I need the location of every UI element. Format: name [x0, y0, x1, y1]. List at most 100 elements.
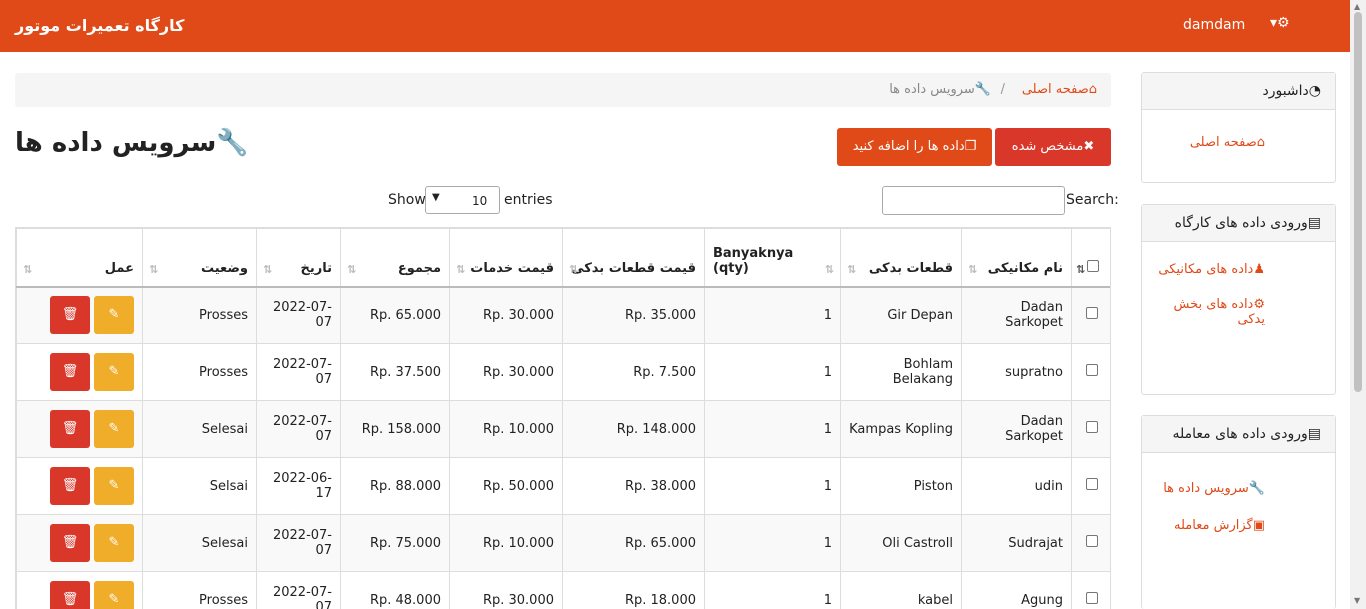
- cell-part-price: Rp. 38.000: [562, 457, 705, 515]
- chevron-down-icon: ▼: [432, 192, 440, 203]
- pdf-icon: ▣: [1252, 518, 1265, 533]
- cell-status: Prosses: [142, 571, 257, 609]
- breadcrumb-current: 🔧سرویس داده ها: [889, 82, 991, 97]
- delete-button[interactable]: 🗑: [50, 524, 90, 562]
- dashboard-icon: ◔: [1308, 83, 1321, 99]
- delete-button[interactable]: 🗑: [50, 581, 90, 609]
- cell-part-price: Rp. 7.500: [562, 343, 705, 401]
- column-header[interactable]: وضعیت ⇅: [142, 228, 257, 288]
- cell-actions: ✎🗑: [16, 514, 143, 572]
- breadcrumb-separator: /: [1000, 82, 1005, 97]
- page-scrollbar[interactable]: ▲ ▼: [1350, 0, 1366, 609]
- entries-label: entries: [504, 192, 553, 208]
- edit-button[interactable]: ✎: [94, 581, 134, 609]
- sort-icon[interactable]: ⇅: [263, 263, 272, 276]
- sort-icon[interactable]: ⇅: [847, 263, 856, 276]
- sort-icon[interactable]: ⇅: [569, 263, 578, 276]
- panel-heading: ▤ورودی داده های کارگاه: [1142, 205, 1335, 242]
- delete-button[interactable]: 🗑: [50, 353, 90, 391]
- sidebar-item-home[interactable]: ⌂صفحه اصلی: [1142, 135, 1335, 150]
- table-row: Agung kabel 1 Rp. 18.000 Rp. 30.000 Rp. …: [16, 571, 1110, 609]
- row-checkbox[interactable]: [1086, 364, 1098, 376]
- cell-service-price: Rp. 30.000: [449, 571, 563, 609]
- edit-button[interactable]: ✎: [94, 353, 134, 391]
- scroll-up-icon[interactable]: ▲: [1354, 2, 1360, 11]
- trash-icon: 🗑: [61, 307, 79, 323]
- cell-part: Gir Depan: [840, 286, 962, 344]
- pencil-icon: ✎: [108, 478, 120, 493]
- entries-select[interactable]: ▼ 10: [425, 186, 500, 214]
- sort-icon[interactable]: ⇅: [456, 263, 465, 276]
- breadcrumb: ⌂صفحه اصلی / 🔧سرویس داده ها: [15, 73, 1111, 107]
- cogs-icon: ⚙: [1253, 297, 1265, 312]
- column-header[interactable]: قیمت خدمات ⇅: [449, 228, 563, 288]
- sidebar-transactions-panel: ▤ورودی داده های معامله 🔧سرویس داده ها ▣گ…: [1141, 415, 1336, 609]
- cell-part-price: Rp. 35.000: [562, 286, 705, 344]
- search-input[interactable]: [882, 186, 1065, 215]
- row-checkbox[interactable]: [1086, 592, 1098, 604]
- sidebar-dashboard-panel: ◔داشبورد ⌂صفحه اصلی: [1141, 72, 1336, 183]
- sidebar-item-mechanics[interactable]: ♟داده های مکانیکی: [1142, 262, 1335, 277]
- cell-date: 2022-07-07: [256, 286, 341, 344]
- column-header[interactable]: قیمت قطعات بدکی ⇅: [562, 228, 705, 288]
- sidebar-item-spare-parts[interactable]: ⚙داده های بخش یدکی: [1142, 297, 1335, 327]
- sort-icon[interactable]: ⇅: [149, 263, 158, 276]
- edit-button[interactable]: ✎: [94, 410, 134, 448]
- column-header[interactable]: تاریخ ⇅: [256, 228, 341, 288]
- panel-body: ♟داده های مکانیکی ⚙داده های بخش یدکی: [1142, 242, 1335, 327]
- edit-button[interactable]: ✎: [94, 467, 134, 505]
- cell-qty: 1: [704, 286, 841, 344]
- sort-icon[interactable]: ⇅: [347, 263, 356, 276]
- sidebar-item-transaction-report[interactable]: ▣گزارش معامله: [1142, 518, 1335, 533]
- cell-part-price: Rp. 18.000: [562, 571, 705, 609]
- top-navbar: کارگاه تعمیرات موتور damdam ▾⚙: [0, 0, 1350, 52]
- sort-icon[interactable]: ⇅: [968, 263, 977, 276]
- delete-button[interactable]: 🗑: [50, 296, 90, 335]
- cell-service-price: Rp. 10.000: [449, 400, 563, 458]
- breadcrumb-home[interactable]: ⌂صفحه اصلی: [1022, 82, 1097, 97]
- row-checkbox[interactable]: [1086, 421, 1098, 433]
- edit-button[interactable]: ✎: [94, 296, 134, 335]
- user-menu[interactable]: damdam: [1183, 17, 1245, 33]
- sidebar-item-service-data[interactable]: 🔧سرویس داده ها: [1142, 481, 1335, 496]
- delete-button[interactable]: 🗑: [50, 410, 90, 448]
- clear-selected-button[interactable]: ✖مشخص شده: [995, 128, 1111, 166]
- select-all-checkbox[interactable]: [1087, 259, 1099, 272]
- row-checkbox-cell: [1071, 571, 1110, 609]
- table-row: Dadan Sarkopet Gir Depan 1 Rp. 35.000 Rp…: [16, 286, 1110, 344]
- sort-icon[interactable]: ⇅: [1076, 263, 1085, 276]
- row-checkbox[interactable]: [1086, 307, 1098, 320]
- row-checkbox[interactable]: [1086, 478, 1098, 490]
- copy-icon: ❐: [964, 139, 977, 154]
- cell-total: Rp. 48.000: [340, 571, 450, 609]
- sort-icon[interactable]: ⇅: [23, 263, 32, 276]
- row-checkbox-cell: [1071, 286, 1110, 344]
- panel-heading: ▤ورودی داده های معامله: [1142, 416, 1335, 453]
- column-header[interactable]: عمل ⇅: [16, 228, 143, 288]
- column-header[interactable]: قطعات بدکی ⇅: [840, 228, 962, 288]
- trash-icon: 🗑: [61, 421, 79, 436]
- column-header[interactable]: Banyaknya (qty) ⇅: [704, 228, 841, 288]
- settings-dropdown[interactable]: ▾⚙: [1270, 15, 1290, 31]
- cell-actions: ✎🗑: [16, 457, 143, 515]
- trash-icon: 🗑: [61, 535, 79, 550]
- scrollbar-thumb[interactable]: [1354, 12, 1362, 392]
- delete-button[interactable]: 🗑: [50, 467, 90, 505]
- column-header[interactable]: مجموع ⇅: [340, 228, 450, 288]
- app-brand[interactable]: کارگاه تعمیرات موتور: [15, 16, 184, 35]
- cell-qty: 1: [704, 457, 841, 515]
- column-header[interactable]: نام مکانیکی ⇅: [961, 228, 1072, 288]
- caret-down-icon: ▾: [1270, 15, 1278, 31]
- scroll-down-icon[interactable]: ▼: [1354, 596, 1360, 605]
- add-data-button[interactable]: ❐داده ها را اضافه کنید: [837, 128, 992, 166]
- page-title: 🔧سرویس داده ها: [15, 128, 249, 158]
- cell-status: Selesai: [142, 514, 257, 572]
- file-icon: ▤: [1307, 215, 1321, 231]
- edit-button[interactable]: ✎: [94, 524, 134, 562]
- cell-actions: ✎🗑: [16, 400, 143, 458]
- cell-date: 2022-07-07: [256, 343, 341, 401]
- row-checkbox[interactable]: [1086, 535, 1098, 547]
- pencil-icon: ✎: [108, 364, 120, 379]
- sort-icon[interactable]: ⇅: [825, 263, 834, 276]
- wrench-icon: 🔧: [216, 128, 249, 158]
